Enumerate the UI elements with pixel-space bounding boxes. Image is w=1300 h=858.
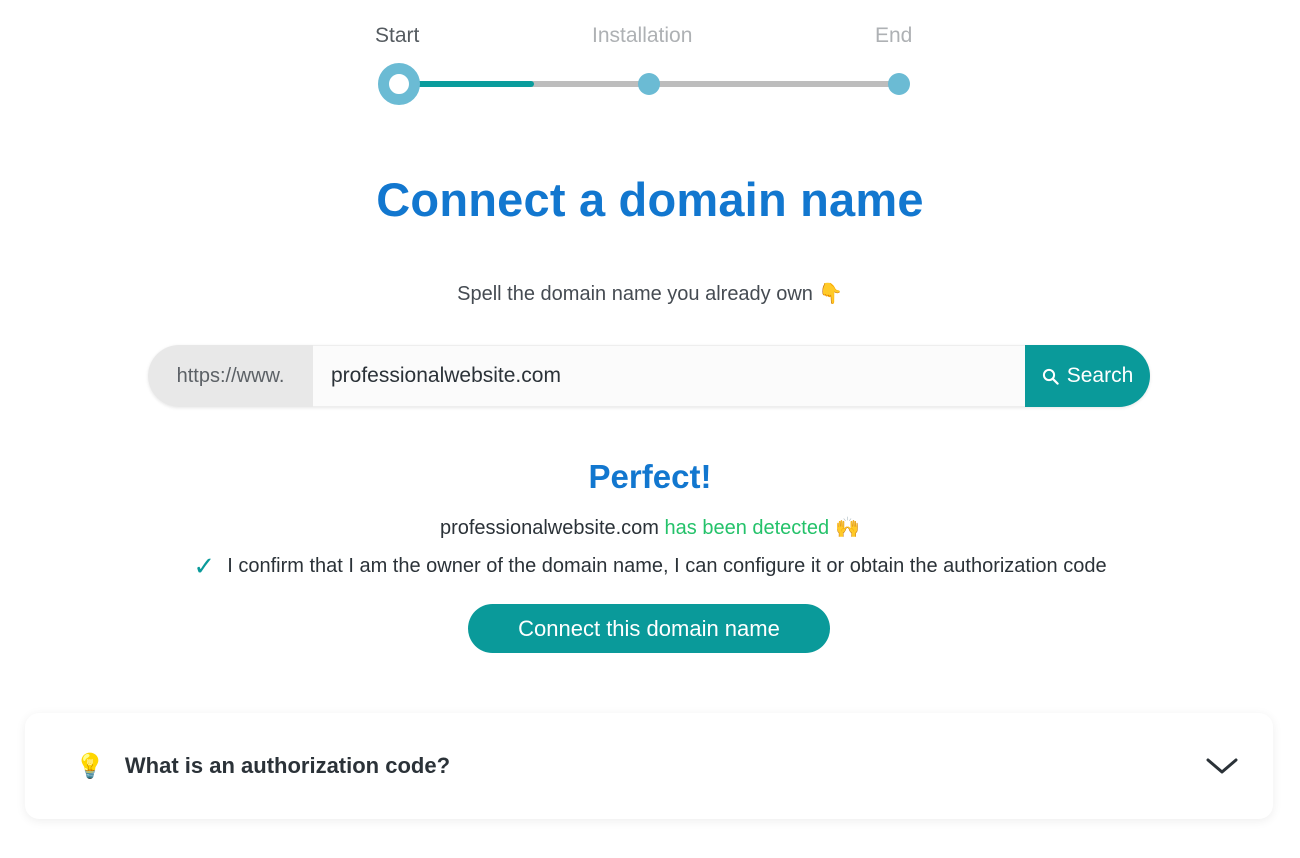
domain-search-input[interactable] — [313, 345, 1025, 407]
page-subtitle: Spell the domain name you already own 👇 — [0, 281, 1300, 306]
search-button[interactable]: Search — [1025, 345, 1150, 407]
faq-question-label: What is an authorization code? — [124, 753, 451, 778]
step-label-installation: Installation — [592, 24, 693, 47]
lightbulb-emoji: 💡 — [75, 752, 105, 780]
connect-domain-page: Start Installation End Connect a domain … — [0, 0, 1300, 858]
pointing-down-emoji: 👇 — [817, 283, 843, 305]
step-label-start: Start — [375, 24, 420, 47]
detected-domain-name: professionalwebsite.com — [439, 517, 659, 539]
detected-status-text: has been detected — [664, 517, 830, 539]
step-node-start[interactable] — [378, 63, 420, 105]
page-title: Connect a domain name — [376, 173, 924, 226]
chevron-down-icon[interactable] — [1205, 756, 1239, 776]
url-prefix-label: https://www. — [148, 345, 313, 407]
progress-stepper: Start Installation End — [0, 0, 1300, 120]
ownership-confirmation-label: I confirm that I am the owner of the dom… — [227, 554, 1107, 577]
raising-hands-emoji: 🙌 — [835, 517, 861, 539]
step-label-end: End — [875, 24, 913, 47]
domain-search-bar: https://www. Search — [148, 345, 1150, 407]
check-icon: ✓ — [193, 551, 216, 581]
connect-domain-button[interactable]: Connect this domain name — [468, 604, 830, 653]
domain-detected-message: professionalwebsite.com has been detecte… — [0, 515, 1300, 540]
search-button-label: Search — [1066, 364, 1134, 387]
stepper-track — [378, 63, 910, 105]
faq-accordion-authorization-code[interactable]: 💡 What is an authorization code? — [25, 713, 1273, 819]
search-icon — [1042, 368, 1059, 385]
subtitle-text: Spell the domain name you already own — [457, 283, 813, 305]
result-headline: Perfect! — [588, 458, 712, 495]
ownership-confirmation-row[interactable]: ✓ I confirm that I am the owner of the d… — [0, 553, 1300, 579]
step-node-installation[interactable] — [638, 73, 660, 95]
stepper-labels: Start Installation End — [375, 22, 912, 50]
step-node-end[interactable] — [888, 73, 910, 95]
